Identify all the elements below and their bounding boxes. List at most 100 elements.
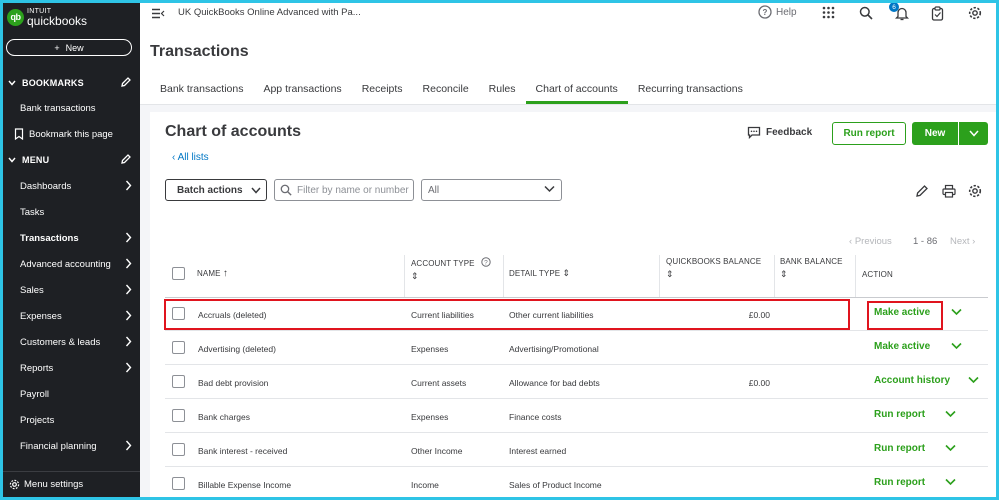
column-header-bank-balance[interactable]: BANK BALANCE ⇕ — [780, 257, 843, 280]
tab-recurring-transactions[interactable]: Recurring transactions — [628, 80, 753, 104]
menu-section-header[interactable]: MENU — [6, 150, 136, 170]
make-active-button[interactable]: Make active — [874, 307, 930, 318]
make-active-button[interactable]: Make active — [874, 341, 930, 352]
gear-icon[interactable] — [968, 6, 982, 20]
account-name[interactable]: Billable Expense Income — [198, 480, 291, 490]
sidebar-item-payroll[interactable]: Payroll — [20, 384, 140, 404]
apps-grid-icon[interactable] — [822, 6, 835, 19]
clipboard-icon[interactable] — [931, 6, 944, 21]
chevron-right-icon — [125, 310, 132, 321]
chevron-down-icon[interactable] — [945, 478, 956, 486]
help-button[interactable]: ? Help — [758, 5, 797, 19]
sidebar-item-customers-leads[interactable]: Customers & leads — [20, 332, 140, 352]
help-label: Help — [776, 6, 797, 18]
sidebar-item-advanced-accounting[interactable]: Advanced accounting — [20, 254, 140, 274]
tab-rules[interactable]: Rules — [479, 80, 526, 104]
new-account-button[interactable]: New — [912, 122, 958, 145]
sidebar-item-bookmark-page[interactable]: Bookmark this page — [14, 124, 134, 144]
all-lists-link[interactable]: ‹ All lists — [172, 152, 209, 163]
table-row[interactable]: Bank charges Expenses Finance costs Run … — [165, 399, 988, 433]
table-row[interactable]: Advertising (deleted) Expenses Advertisi… — [165, 331, 988, 365]
edit-pencil-icon[interactable] — [915, 184, 929, 198]
row-checkbox[interactable] — [172, 341, 185, 354]
table-row[interactable]: Billable Expense Income Income Sales of … — [165, 467, 988, 497]
table-row[interactable]: Bank interest - received Other Income In… — [165, 433, 988, 467]
quickbooks-logo[interactable]: qb INTUIT quickbooks — [7, 7, 87, 27]
column-header-name[interactable]: NAME ↑ — [197, 268, 228, 279]
table-settings-gear-icon[interactable] — [968, 184, 982, 198]
account-type-select[interactable]: All — [421, 179, 562, 201]
chevron-down-icon[interactable] — [951, 342, 962, 350]
menu-settings-button[interactable]: Menu settings — [3, 471, 140, 497]
chevron-down-icon[interactable] — [945, 444, 956, 452]
tab-receipts[interactable]: Receipts — [352, 80, 413, 104]
account-name[interactable]: Bank charges — [198, 412, 250, 422]
search-icon[interactable] — [859, 6, 873, 20]
pencil-icon[interactable] — [120, 76, 132, 88]
row-checkbox[interactable] — [172, 307, 185, 320]
chevron-down-icon[interactable] — [951, 308, 962, 316]
sidebar-item-reports[interactable]: Reports — [20, 358, 140, 378]
table-row[interactable]: Bad debt provision Current assets Allowa… — [165, 365, 988, 399]
sidebar-item-projects[interactable]: Projects — [20, 410, 140, 430]
bookmarks-section-header[interactable]: BOOKMARKS — [6, 73, 136, 93]
account-name[interactable]: Bank interest - received — [198, 446, 287, 456]
tab-app-transactions[interactable]: App transactions — [253, 80, 351, 104]
company-name[interactable]: UK QuickBooks Online Advanced with Pa... — [178, 7, 361, 18]
pager-next[interactable]: Next › — [950, 236, 975, 247]
feedback-button[interactable]: Feedback — [747, 126, 812, 139]
select-all-checkbox[interactable] — [172, 267, 185, 280]
column-header-account-type[interactable]: ACCOUNT TYPE ? ⇕ — [411, 257, 491, 282]
sidebar-item-transactions[interactable]: Transactions — [20, 228, 140, 248]
sidebar-item-expenses[interactable]: Expenses — [20, 306, 140, 326]
sidebar-item-dashboards[interactable]: Dashboards — [20, 176, 140, 196]
chevron-down-icon[interactable] — [945, 410, 956, 418]
column-header-detail-type[interactable]: DETAIL TYPE ⇕ — [509, 268, 570, 279]
tab-bank-transactions[interactable]: Bank transactions — [150, 80, 253, 104]
collapse-menu-icon[interactable] — [151, 8, 165, 19]
chevron-right-icon — [125, 336, 132, 347]
qb-logo-icon: qb — [7, 8, 24, 26]
pager-previous[interactable]: ‹ Previous — [849, 236, 892, 247]
tab-chart-of-accounts[interactable]: Chart of accounts — [525, 80, 629, 104]
account-history-button[interactable]: Account history — [874, 375, 950, 386]
row-checkbox[interactable] — [172, 443, 185, 456]
tab-reconcile[interactable]: Reconcile — [413, 80, 479, 104]
account-type: Income — [411, 480, 439, 490]
detail-type: Other current liabilities — [509, 310, 594, 320]
sidebar-new-button[interactable]: + New — [6, 39, 132, 56]
sort-icon: ⇕ — [562, 268, 571, 278]
column-header-quickbooks-balance[interactable]: QUICKBOOKS BALANCE ⇕ — [666, 257, 761, 280]
account-name[interactable]: Advertising (deleted) — [198, 344, 276, 354]
sort-icon: ⇕ — [411, 271, 419, 281]
print-icon[interactable] — [942, 184, 956, 198]
chevron-down-icon[interactable] — [968, 376, 979, 384]
row-checkbox[interactable] — [172, 409, 185, 422]
run-report-row-button[interactable]: Run report — [874, 477, 925, 488]
row-checkbox[interactable] — [172, 477, 185, 490]
account-name[interactable]: Accruals (deleted) — [198, 310, 267, 320]
sidebar-item-financial-planning[interactable]: Financial planning — [20, 436, 140, 456]
detail-type: Allowance for bad debts — [509, 378, 600, 388]
run-report-button[interactable]: Run report — [832, 122, 906, 145]
sidebar-item-tasks[interactable]: Tasks — [20, 202, 140, 222]
sidebar-item-label: Customers & leads — [20, 336, 101, 348]
column-divider — [774, 255, 775, 297]
sidebar-item-bank-transactions[interactable]: Bank transactions — [20, 98, 140, 118]
pencil-icon[interactable] — [120, 153, 132, 165]
batch-actions-dropdown[interactable]: Batch actions — [165, 179, 267, 201]
bookmarks-label: BOOKMARKS — [22, 78, 84, 88]
table-row[interactable]: Accruals (deleted) Current liabilities O… — [165, 297, 988, 331]
gear-icon — [9, 479, 20, 490]
logo-text: INTUIT quickbooks — [27, 7, 87, 27]
row-checkbox[interactable] — [172, 375, 185, 388]
run-report-row-button[interactable]: Run report — [874, 409, 925, 420]
sidebar-item-sales[interactable]: Sales — [20, 280, 140, 300]
info-icon[interactable]: ? — [481, 257, 491, 267]
account-name[interactable]: Bad debt provision — [198, 378, 268, 388]
new-account-dropdown[interactable] — [958, 122, 988, 145]
filter-input[interactable] — [297, 184, 409, 196]
run-report-row-button[interactable]: Run report — [874, 443, 925, 454]
chevron-right-icon — [125, 362, 132, 373]
new-button-label: New — [65, 42, 84, 53]
